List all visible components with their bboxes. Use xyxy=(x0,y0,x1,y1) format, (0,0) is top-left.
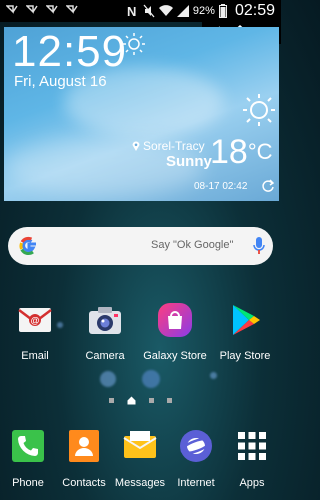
signal-icon xyxy=(176,5,189,17)
galaxy-store-icon xyxy=(158,303,192,337)
app-camera[interactable]: Camera xyxy=(72,302,138,362)
page-dot[interactable] xyxy=(149,398,154,403)
location-pin-icon xyxy=(132,141,140,151)
app-label: Galaxy Store xyxy=(143,350,207,362)
refresh-icon[interactable] xyxy=(261,179,275,193)
battery-percent: 92% xyxy=(192,5,215,17)
status-time: 02:59 xyxy=(234,2,275,19)
email-icon: @ xyxy=(18,308,52,332)
nfc-icon: N xyxy=(127,4,136,18)
app-play-store[interactable]: Play Store xyxy=(212,302,278,362)
mute-icon xyxy=(143,4,155,18)
page-dot[interactable] xyxy=(109,398,114,403)
wifi-icon xyxy=(158,5,173,17)
widget-clock[interactable]: 12:59 xyxy=(12,27,127,77)
weather-sunny-icon xyxy=(243,94,275,126)
camera-icon xyxy=(89,307,121,334)
page-dot[interactable] xyxy=(167,398,172,403)
google-logo-icon xyxy=(19,236,36,256)
apps-grid-icon xyxy=(238,432,266,460)
home-page-dot-icon[interactable] xyxy=(127,396,136,405)
messages-icon xyxy=(123,431,157,458)
app-label: Apps xyxy=(239,477,265,489)
location-label: Sorel-Tracy xyxy=(143,139,205,153)
status-bar: N 92% 02:59 xyxy=(0,0,281,22)
notification-icon xyxy=(46,5,58,14)
bokeh-decoration xyxy=(100,371,116,387)
battery-icon xyxy=(218,4,227,18)
phone-icon xyxy=(12,430,44,462)
app-label: Email xyxy=(21,350,49,362)
notification-icon xyxy=(66,5,78,14)
contacts-icon xyxy=(69,430,99,462)
weather-updated-time: 08-17 02:42 xyxy=(194,181,248,192)
app-email[interactable]: @ Email xyxy=(2,302,68,362)
svg-text:N: N xyxy=(127,4,136,18)
play-store-icon xyxy=(233,305,260,335)
microphone-icon[interactable] xyxy=(252,235,266,257)
app-label: Play Store xyxy=(219,350,271,362)
notification-icon xyxy=(26,5,38,14)
page-indicator[interactable] xyxy=(0,396,281,405)
widget-date: Fri, August 16 xyxy=(14,73,107,90)
app-drawer[interactable]: Apps xyxy=(219,428,285,489)
search-placeholder: Say "Ok Google" xyxy=(151,239,234,251)
app-label: Camera xyxy=(85,350,125,362)
sun-icon xyxy=(123,33,145,55)
weather-clock-widget[interactable]: 12:59 Fri, August 16 Sorel-Tracy Sunny 1… xyxy=(4,27,279,201)
temperature-value: 18 xyxy=(210,133,248,171)
temperature: 18°C xyxy=(210,133,273,172)
weather-condition: Sunny xyxy=(166,153,212,170)
internet-icon xyxy=(180,430,212,462)
bokeh-decoration xyxy=(142,370,160,388)
temperature-unit: °C xyxy=(247,139,273,164)
svg-text:@: @ xyxy=(31,316,40,326)
weather-location: Sorel-Tracy xyxy=(132,139,205,153)
bokeh-decoration xyxy=(210,372,217,379)
notification-icon xyxy=(6,5,18,14)
google-search-bar[interactable]: Say "Ok Google" xyxy=(8,227,273,265)
app-galaxy-store[interactable]: Galaxy Store xyxy=(142,302,208,362)
